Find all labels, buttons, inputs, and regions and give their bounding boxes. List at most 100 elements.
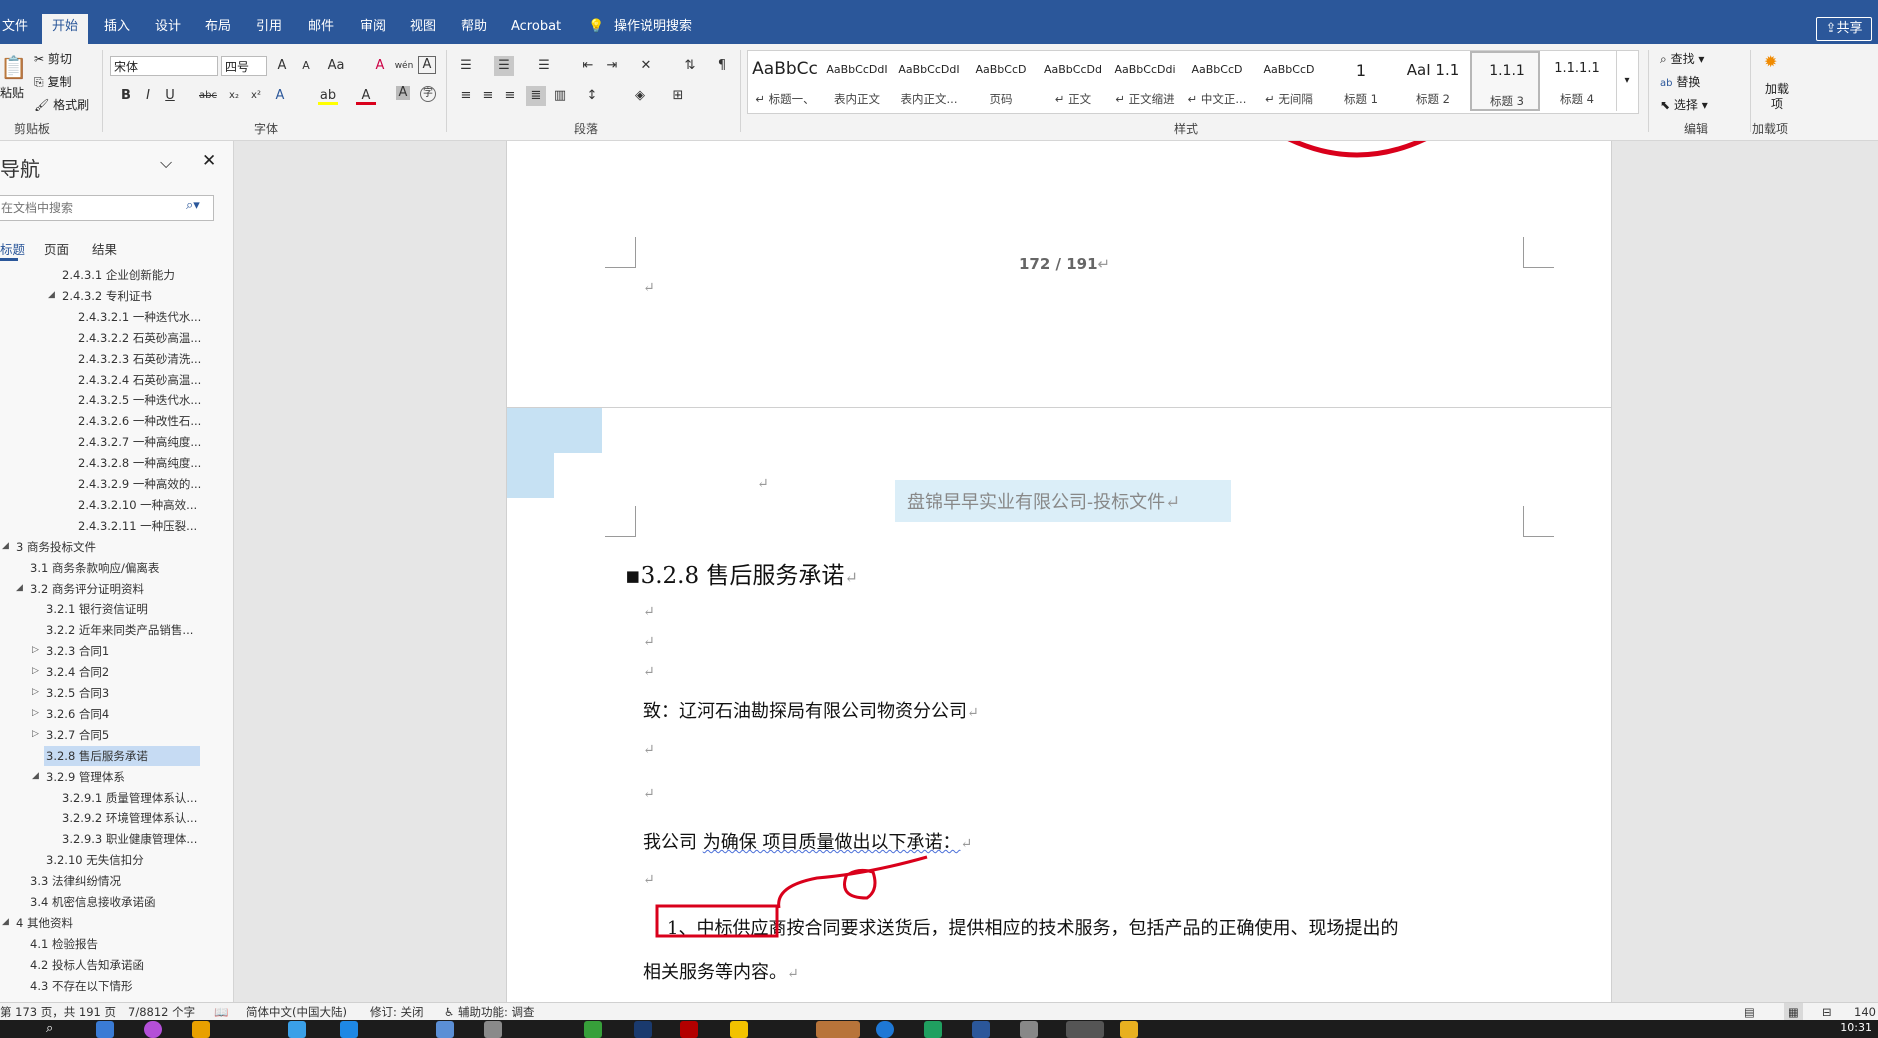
taskbar-app-icon[interactable] xyxy=(436,1021,454,1038)
nav-heading-item[interactable]: 3.2.6 合同4 xyxy=(44,704,109,724)
shading-icon[interactable]: ◈ xyxy=(630,86,650,106)
align-right-icon[interactable]: ≡ xyxy=(500,86,520,106)
grow-font-icon[interactable]: A xyxy=(272,56,292,76)
nav-heading-item[interactable]: 4.3 不存在以下情形 xyxy=(28,976,132,996)
nav-heading-item[interactable]: 2.4.3.2.1 一种迭代水... xyxy=(76,307,201,327)
font-name-combo[interactable]: 宋体 xyxy=(110,56,218,76)
style-normal-indent[interactable]: AaBbCcDdi ↵ 正文缩进 xyxy=(1110,51,1180,111)
underline-button[interactable]: U xyxy=(160,86,180,106)
expand-icon[interactable]: ▷ xyxy=(32,687,39,697)
style-heading-3[interactable]: 1.1.1 标题 3 xyxy=(1470,51,1540,111)
highlight-icon[interactable]: ab xyxy=(318,86,338,105)
style-page-number[interactable]: AaBbCcD 页码 xyxy=(966,51,1036,111)
nav-tab-headings[interactable]: 标题 xyxy=(0,239,25,258)
sort-icon[interactable]: ⇅ xyxy=(680,56,700,76)
paste-button[interactable]: 粘贴 xyxy=(0,84,24,101)
nav-heading-item[interactable]: 3.2.3 合同1 xyxy=(44,641,109,661)
nav-search-input[interactable] xyxy=(0,195,214,221)
tab-references[interactable]: 引用 xyxy=(256,18,282,36)
nav-heading-item[interactable]: 2.4.3.2.7 一种高纯度... xyxy=(76,432,201,452)
collapse-icon[interactable]: ◢ xyxy=(2,541,9,551)
addin-icon[interactable]: ✹ xyxy=(1764,52,1777,71)
bullets-icon[interactable]: ☰ xyxy=(456,56,476,76)
proofing-icon[interactable]: 📖 xyxy=(214,1003,228,1021)
superscript-icon[interactable]: x² xyxy=(246,86,266,106)
nav-heading-item[interactable]: 2.4.3.2 专利证书 xyxy=(60,286,152,306)
tab-design[interactable]: 设计 xyxy=(155,18,181,36)
tab-file[interactable]: 文件 xyxy=(2,18,28,36)
char-border-icon[interactable]: A xyxy=(418,56,436,74)
font-size-combo[interactable]: 四号 xyxy=(221,56,267,76)
phonetic-guide-icon[interactable]: wén xyxy=(394,56,414,76)
tab-view[interactable]: 视图 xyxy=(410,18,436,36)
nav-heading-item[interactable]: 3 商务投标文件 xyxy=(14,537,96,557)
language-status[interactable]: 简体中文(中国大陆) xyxy=(246,1003,347,1021)
increase-indent-icon[interactable]: ⇥ xyxy=(602,56,622,76)
nav-heading-item[interactable]: 3.2 商务评分证明资料 xyxy=(28,579,144,599)
paste-icon[interactable]: 📋 xyxy=(0,56,27,81)
tab-acrobat[interactable]: Acrobat xyxy=(511,18,561,36)
chevron-down-icon[interactable]: ⌵ xyxy=(160,153,172,173)
find-button[interactable]: ⌕ 查找 ▾ xyxy=(1660,50,1704,67)
select-button[interactable]: ⬉ 选择 ▾ xyxy=(1660,96,1708,113)
style-normal[interactable]: AaBbCcDd ↵ 正文 xyxy=(1038,51,1108,111)
style-table-body[interactable]: AaBbCcDdI 表内正文 xyxy=(822,51,892,111)
nav-heading-item[interactable]: 2.4.3.2.10 一种高效... xyxy=(76,495,197,515)
nav-heading-item[interactable]: 3.2.9 管理体系 xyxy=(44,767,125,787)
decrease-indent-icon[interactable]: ⇤ xyxy=(578,56,598,76)
nav-heading-item[interactable]: 4 其他资料 xyxy=(14,913,73,933)
nav-heading-item[interactable]: 4.1 检验报告 xyxy=(28,934,98,954)
share-button[interactable]: ⇪共享 xyxy=(1816,17,1872,41)
nav-heading-item[interactable]: 3.2.4 合同2 xyxy=(44,662,109,682)
align-center-icon[interactable]: ≡ xyxy=(478,86,498,106)
nav-heading-item[interactable]: 3.2.9.1 质量管理体系认... xyxy=(60,788,197,808)
distributed-icon[interactable]: ▥ xyxy=(550,86,570,106)
nav-heading-item[interactable]: 2.4.3.2.6 一种改性石... xyxy=(76,411,201,431)
enclosed-char-icon[interactable]: 字 xyxy=(420,86,436,102)
collapse-icon[interactable]: ◢ xyxy=(16,583,23,593)
borders-icon[interactable]: ⊞ xyxy=(668,86,688,106)
nav-heading-item[interactable]: 3.2.10 无失信扣分 xyxy=(44,850,144,870)
expand-icon[interactable]: ▷ xyxy=(32,666,39,676)
nav-heading-item[interactable]: 2.4.3.2.8 一种高纯度... xyxy=(76,453,201,473)
change-case-icon[interactable]: Aa xyxy=(326,56,346,76)
replace-button[interactable]: ab 替换 xyxy=(1660,73,1700,90)
tab-home[interactable]: 开始 xyxy=(42,14,89,44)
taskbar-word-icon[interactable] xyxy=(972,1021,990,1038)
taskbar-app-icon[interactable] xyxy=(96,1021,114,1038)
search-icon[interactable]: ⌕▾ xyxy=(186,198,200,213)
nav-heading-item[interactable]: 2.4.3.2.3 石英砂清洗... xyxy=(76,349,201,369)
page-count-status[interactable]: 第 173 页，共 191 页 xyxy=(0,1003,116,1021)
taskbar-app-icon[interactable] xyxy=(144,1021,162,1038)
nav-heading-item[interactable]: 3.2.9.3 职业健康管理体... xyxy=(60,829,197,849)
nav-heading-item[interactable]: 2.4.3.2.2 石英砂高温... xyxy=(76,328,201,348)
chinese-layout-icon[interactable]: ✕ xyxy=(636,56,656,76)
strikethrough-button[interactable]: abc xyxy=(198,86,218,106)
style-heading-4[interactable]: 1.1.1.1 标题 4 xyxy=(1542,51,1612,111)
italic-button[interactable]: I xyxy=(138,86,158,106)
word-count-status[interactable]: 7/8812 个字 xyxy=(128,1003,195,1021)
style-heading-2[interactable]: AaI 1.1 标题 2 xyxy=(1398,51,1468,111)
style-heading-1[interactable]: 1 标题 1 xyxy=(1326,51,1396,111)
styles-more-icon[interactable]: ▾ xyxy=(1616,51,1637,111)
tab-layout[interactable]: 布局 xyxy=(205,18,231,36)
clear-format-icon[interactable]: A xyxy=(370,56,390,76)
taskbar-app-icon[interactable] xyxy=(730,1021,748,1038)
nav-heading-item[interactable]: 4.2 投标人告知承诺函 xyxy=(28,955,144,975)
shrink-font-icon[interactable]: A xyxy=(296,56,316,76)
nav-heading-item[interactable]: 2.4.3.2.11 一种压裂... xyxy=(76,516,197,536)
nav-heading-item[interactable]: 3.4 机密信息接收承诺函 xyxy=(28,892,155,912)
numbering-icon[interactable]: ☰ xyxy=(494,56,514,76)
collapse-icon[interactable]: ◢ xyxy=(2,917,9,927)
addins-button[interactable]: 加载项 xyxy=(1762,82,1792,112)
collapse-icon[interactable]: ◢ xyxy=(48,290,55,300)
expand-icon[interactable]: ▷ xyxy=(32,729,39,739)
taskbar-app-icon[interactable] xyxy=(584,1021,602,1038)
taskbar-app-icon[interactable] xyxy=(924,1021,942,1038)
print-layout-icon[interactable]: ▦ xyxy=(1784,1003,1803,1021)
tell-me-search[interactable]: 操作说明搜索 xyxy=(614,18,692,36)
taskbar-active-app[interactable] xyxy=(816,1021,860,1038)
nav-tab-results[interactable]: 结果 xyxy=(92,239,117,258)
justify-icon[interactable]: ≣ xyxy=(526,86,546,106)
style-chinese-body[interactable]: AaBbCcD ↵ 中文正... xyxy=(1182,51,1252,111)
